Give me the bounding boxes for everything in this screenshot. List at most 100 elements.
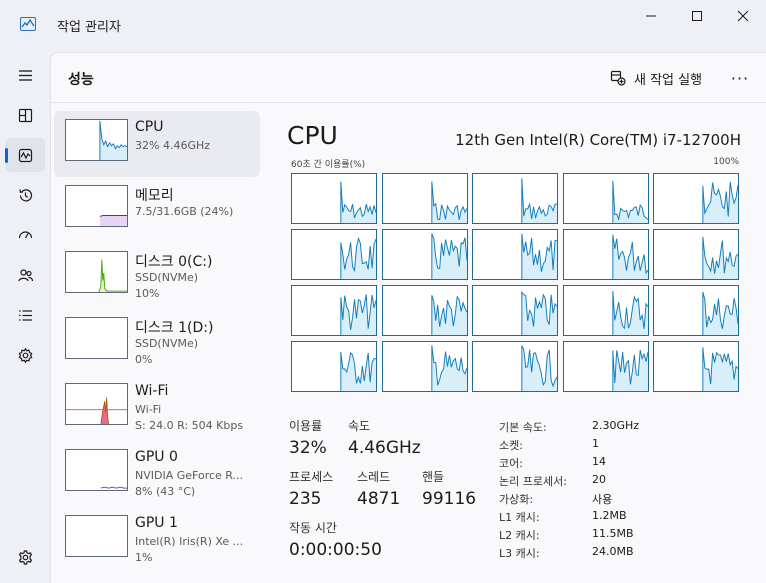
spec-label: 기본 속도: [499,421,547,434]
window-title: 작업 관리자 [57,20,121,35]
maximize-button[interactable] [674,0,720,32]
cpu-model-name: 12th Gen Intel(R) Core(TM) i7-12700H [455,131,741,149]
utilization-value: 32% [289,438,327,458]
nav-services-button[interactable] [5,338,45,372]
sidebar-item-name: 디스크 1(D:) [135,320,214,336]
sidebar-item-name: CPU [135,119,164,135]
sidebar-item-detail: Wi-Fi [135,403,162,416]
title-bar: 작업 관리자 [0,0,766,52]
resource-list: CPU 32% 4.46GHz 메모리 7.5/31.6GB (24%) 디스크… [54,111,260,573]
logical-processor-graph [381,341,468,392]
logical-processor-graph [381,285,468,336]
logical-processor-graph [472,173,558,224]
sidebar-item-disk-1[interactable]: 디스크 1(D:) SSD(NVMe) 0% [54,309,260,375]
logical-processor-graph [653,285,739,336]
logical-processor-graph [562,173,649,224]
spec-value: 20 [592,473,606,486]
nav-app-history-button[interactable] [5,178,45,212]
task-manager-icon [20,16,36,31]
spec-value: 24.0MB [592,545,634,558]
new-task-label: 새 작업 실행 [634,72,703,88]
logical-processor-graphs [291,173,741,393]
sidebar-item-name: Wi-Fi [135,383,169,399]
sidebar-item-detail: SSD(NVMe) [135,337,199,350]
sidebar-item-detail: NVIDIA GeForce R... [135,469,244,482]
sidebar-item-wifi[interactable]: Wi-Fi Wi-Fi S: 24.0 R: 504 Kbps [54,375,260,441]
sidebar-item-usage: 1% [135,551,153,564]
nav-startup-apps-button[interactable] [5,218,45,252]
sidebar-item-disk-0[interactable]: 디스크 0(C:) SSD(NVMe) 10% [54,243,260,309]
spec-label: L3 캐시: [499,547,540,560]
new-task-button[interactable]: 새 작업 실행 [606,64,706,92]
graph-caption: 60초 간 이용률(%) [291,160,366,170]
nav-menu-button[interactable] [5,58,45,92]
spec-value: 14 [592,455,606,468]
logical-processor-graph [653,173,739,224]
logical-processor-graph [381,229,468,280]
close-button[interactable] [720,0,766,32]
logical-processor-graph [653,341,739,392]
spec-label: 코어: [499,457,523,470]
spec-label: L2 캐시: [499,529,540,542]
speed-label: 속도 [348,419,371,433]
startup-apps-icon [18,230,32,238]
threads-label: 스레드 [357,470,391,484]
handles-value: 99116 [422,489,477,509]
spec-label: L1 캐시: [499,511,540,524]
sidebar-item-name: GPU 1 [135,515,178,531]
active-indicator [5,148,8,163]
sidebar-item-name: 디스크 0(C:) [135,254,213,270]
logical-processor-graph [381,173,468,224]
logical-processor-graph [472,341,558,392]
cpu-thumbnail [65,119,128,161]
logical-processor-graph [291,173,377,224]
uptime-label: 작동 시간 [289,521,337,535]
performance-icon [18,148,32,162]
utilization-label: 이용률 [289,419,323,433]
spec-value: 1 [592,437,599,450]
sidebar-item-gpu-1[interactable]: GPU 1 Intel(R) Iris(R) Xe ... 1% [54,507,260,573]
logical-processor-graph [472,229,558,280]
spec-value: 2.30GHz [592,419,640,432]
sidebar-item-memory[interactable]: 메모리 7.5/31.6GB (24%) [54,177,260,243]
users-icon [17,268,33,281]
sidebar-item-detail: 32% 4.46GHz [135,139,211,152]
navigation-rail [0,52,50,583]
sidebar-item-usage: 8% (43 °C) [135,485,196,498]
nav-details-button[interactable] [5,298,45,332]
sidebar-item-gpu-0[interactable]: GPU 0 NVIDIA GeForce R... 8% (43 °C) [54,441,260,507]
speed-value: 4.46GHz [348,438,421,458]
sidebar-item-usage: 10% [135,287,160,300]
nav-processes-button[interactable] [5,98,45,132]
maximize-icon [692,11,702,21]
minimize-button[interactable] [628,0,674,32]
uptime-value: 0:00:00:50 [289,540,382,560]
nav-settings-button[interactable] [5,540,45,574]
spec-value: 사용 [592,493,613,506]
spec-label: 가상화: [499,493,534,506]
sidebar-item-detail: Intel(R) Iris(R) Xe ... [135,535,244,548]
sidebar-item-usage: S: 24.0 R: 504 Kbps [135,419,244,432]
logical-processor-graph [291,229,377,280]
services-icon [18,347,32,363]
sidebar-item-detail: SSD(NVMe) [135,271,199,284]
wifi-thumbnail [65,383,128,425]
details-icon [18,309,32,321]
nav-performance-button[interactable] [5,138,45,172]
gpu-1-thumbnail [65,515,128,557]
logical-processor-graph [291,341,377,392]
logical-processor-graph [291,285,377,336]
processes-value: 235 [289,489,322,509]
gpu-0-thumbnail [65,449,128,491]
spec-value: 1.2MB [592,509,627,522]
graph-max-label: 100% [713,157,739,167]
sidebar-item-usage: 0% [135,353,153,366]
processes-label: 프로세스 [289,470,334,484]
sidebar-item-cpu[interactable]: CPU 32% 4.46GHz [54,111,260,177]
sidebar-item-name: GPU 0 [135,449,178,465]
logical-processor-graph [653,229,739,280]
logical-processor-graph [562,341,649,392]
memory-thumbnail [65,185,128,227]
nav-users-button[interactable] [5,258,45,292]
more-options-button[interactable]: ··· [727,65,753,91]
